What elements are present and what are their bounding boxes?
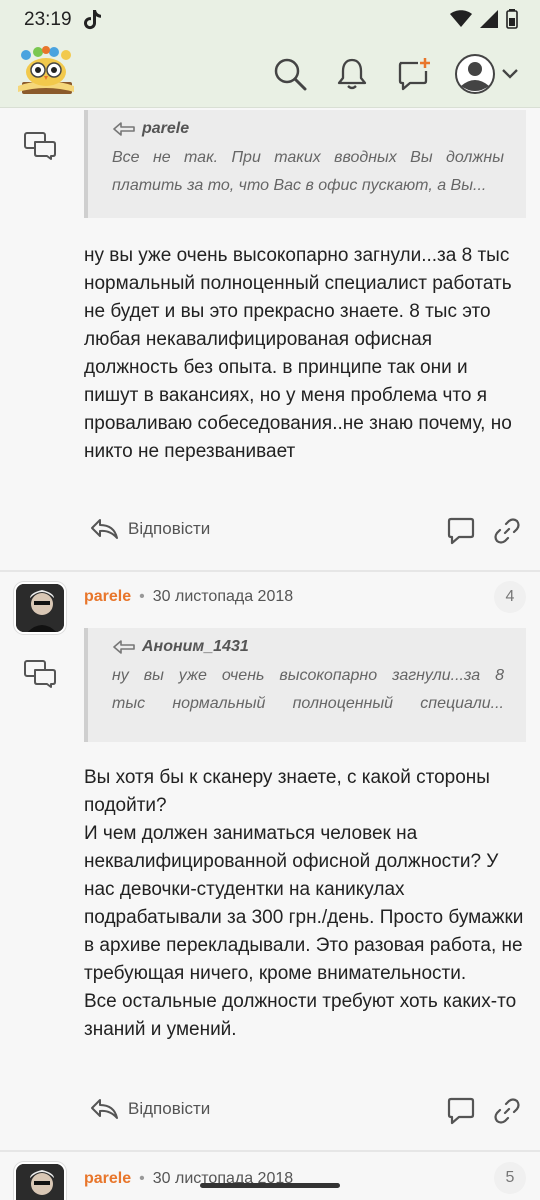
comment-bubble-icon[interactable] [446,1096,476,1126]
home-indicator[interactable] [200,1183,340,1188]
comment-date: 30 листопада 2018 [152,588,294,605]
notifications-button[interactable] [332,54,372,94]
quote-author: Аноним_1431 [112,638,504,656]
reply-icon [91,519,118,539]
user-avatar[interactable] [14,582,66,634]
comment-actions: Відповісти [84,1094,524,1130]
comment-actions: Відповісти [84,514,524,550]
link-icon[interactable] [492,1096,522,1126]
system-icons [450,9,518,29]
tiktok-icon [84,10,101,30]
battery-icon [506,9,518,29]
new-message-icon [398,58,430,91]
bell-icon [337,58,367,90]
meta-separator: • [139,588,145,605]
comment-author[interactable]: parele [84,1170,131,1188]
app-header [0,40,540,108]
quote-author: parele [112,120,504,138]
comment-body: ну вы уже очень высокопарно загнули...за… [84,245,512,462]
search-icon [274,58,307,91]
quote-text: ну вы уже очень высокопарно загнули...за… [112,667,504,712]
comment-card: parele • 30 листопада 2018 4 Аноним_1431… [0,572,540,1150]
search-button[interactable] [270,54,310,94]
comment-card: parele Все не так. При таких вводных Вы … [0,108,540,570]
profile-menu-button[interactable] [452,54,522,94]
wifi-icon [450,10,472,27]
quoted-comment[interactable]: parele Все не так. При таких вводных Вы … [84,110,526,218]
comment-thread-icon [24,132,56,160]
status-bar: 23:19 [0,0,540,40]
reply-arrow-icon [113,640,135,654]
avatar-photo-icon [16,584,64,632]
comment-card: parele • 30 листопада 2018 5 [0,1152,540,1200]
reply-icon [91,1099,118,1119]
reply-button[interactable]: Відповісти [90,518,210,540]
chevron-down-icon [502,69,518,79]
quote-text: Все не так. При таких вводных Вы должны … [112,149,504,194]
avatar-icon [455,54,495,94]
signal-icon [480,10,498,28]
meta-separator: • [139,1170,145,1187]
avatar-photo-icon [16,1164,64,1200]
new-message-button[interactable] [394,54,434,94]
reply-button[interactable]: Відповісти [90,1098,210,1120]
comment-thread-icon [24,660,56,688]
comment-author[interactable]: parele [84,588,131,606]
forum-owl-logo[interactable] [14,46,78,100]
comment-meta: parele • 30 листопада 2018 [84,588,293,606]
link-icon[interactable] [492,516,522,546]
quoted-comment[interactable]: Аноним_1431 ну вы уже очень высокопарно … [84,628,526,742]
comment-number: 5 [494,1162,526,1194]
user-avatar[interactable] [14,1162,66,1200]
comment-number: 4 [494,581,526,613]
status-time: 23:19 [24,9,72,30]
comment-body: Вы хотя бы к сканеру знаете, с какой сто… [84,767,524,1040]
comment-bubble-icon[interactable] [446,516,476,546]
reply-arrow-icon [113,122,135,136]
